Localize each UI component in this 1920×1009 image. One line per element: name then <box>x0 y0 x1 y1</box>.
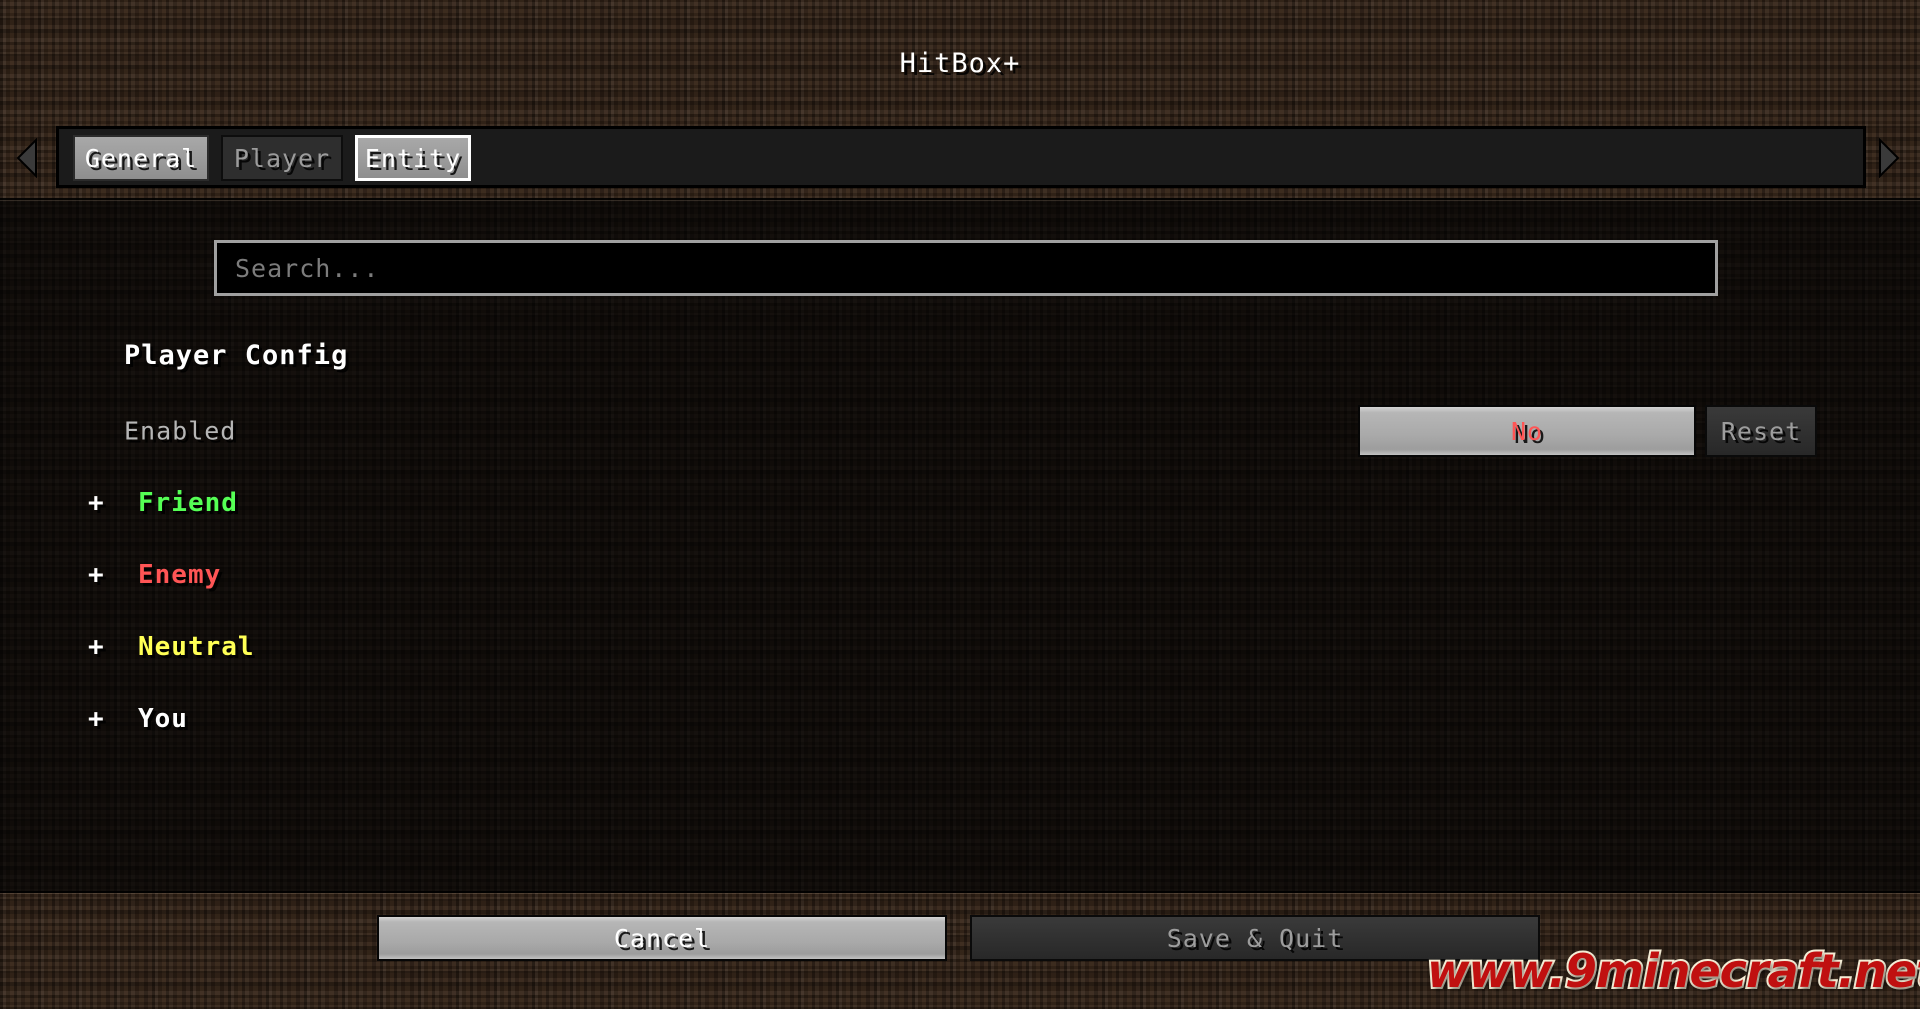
expander-plus-icon[interactable]: + <box>88 560 104 590</box>
tab-strip: General Player Entity <box>56 126 1866 188</box>
tab-entity[interactable]: Entity <box>355 135 471 181</box>
cancel-button-label: Cancel <box>613 923 711 953</box>
option-label-enabled: Enabled <box>124 416 237 446</box>
chevron-left-icon[interactable] <box>10 136 44 180</box>
tab-bar: General Player Entity <box>0 126 1920 188</box>
search-input[interactable]: Search... <box>214 240 1718 296</box>
expander-plus-icon[interactable]: + <box>88 632 104 662</box>
tab-player-label: Player <box>233 143 331 173</box>
expander-plus-icon[interactable]: + <box>88 704 104 734</box>
category-label-enemy: Enemy <box>138 560 222 590</box>
save-and-quit-button-label: Save & Quit <box>1166 923 1344 953</box>
page-title: HitBox+ <box>899 48 1021 79</box>
reset-button-enabled[interactable]: Reset <box>1705 405 1817 457</box>
content-background <box>0 200 1920 893</box>
tab-general-label: General <box>84 143 198 173</box>
category-row-neutral[interactable]: + Neutral <box>0 621 1920 673</box>
search-placeholder: Search... <box>235 253 380 283</box>
option-row-enabled: Enabled No Reset <box>0 402 1920 460</box>
category-row-you[interactable]: + You <box>0 693 1920 745</box>
category-label-friend: Friend <box>138 488 238 518</box>
site-watermark: www.9minecraft.net <box>1425 942 1920 1000</box>
tab-general[interactable]: General <box>73 135 209 181</box>
option-value-label-enabled: No <box>1510 416 1544 446</box>
footer-divider-highlight <box>0 893 1920 894</box>
category-label-neutral: Neutral <box>138 632 255 662</box>
tab-entity-label: Entity <box>364 143 462 173</box>
category-label-you: You <box>138 704 188 734</box>
expander-plus-icon[interactable]: + <box>88 488 104 518</box>
reset-button-label: Reset <box>1720 416 1802 446</box>
cancel-button[interactable]: Cancel <box>377 915 947 961</box>
section-title: Player Config <box>124 340 349 371</box>
header-divider-highlight <box>0 200 1920 201</box>
chevron-right-icon[interactable] <box>1872 136 1906 180</box>
option-value-button-enabled[interactable]: No <box>1358 405 1696 457</box>
tab-player[interactable]: Player <box>221 135 343 181</box>
category-row-friend[interactable]: + Friend <box>0 477 1920 529</box>
category-row-enemy[interactable]: + Enemy <box>0 549 1920 601</box>
minecraft-config-screen: HitBox+ General Player Entity Search... … <box>0 0 1920 1009</box>
